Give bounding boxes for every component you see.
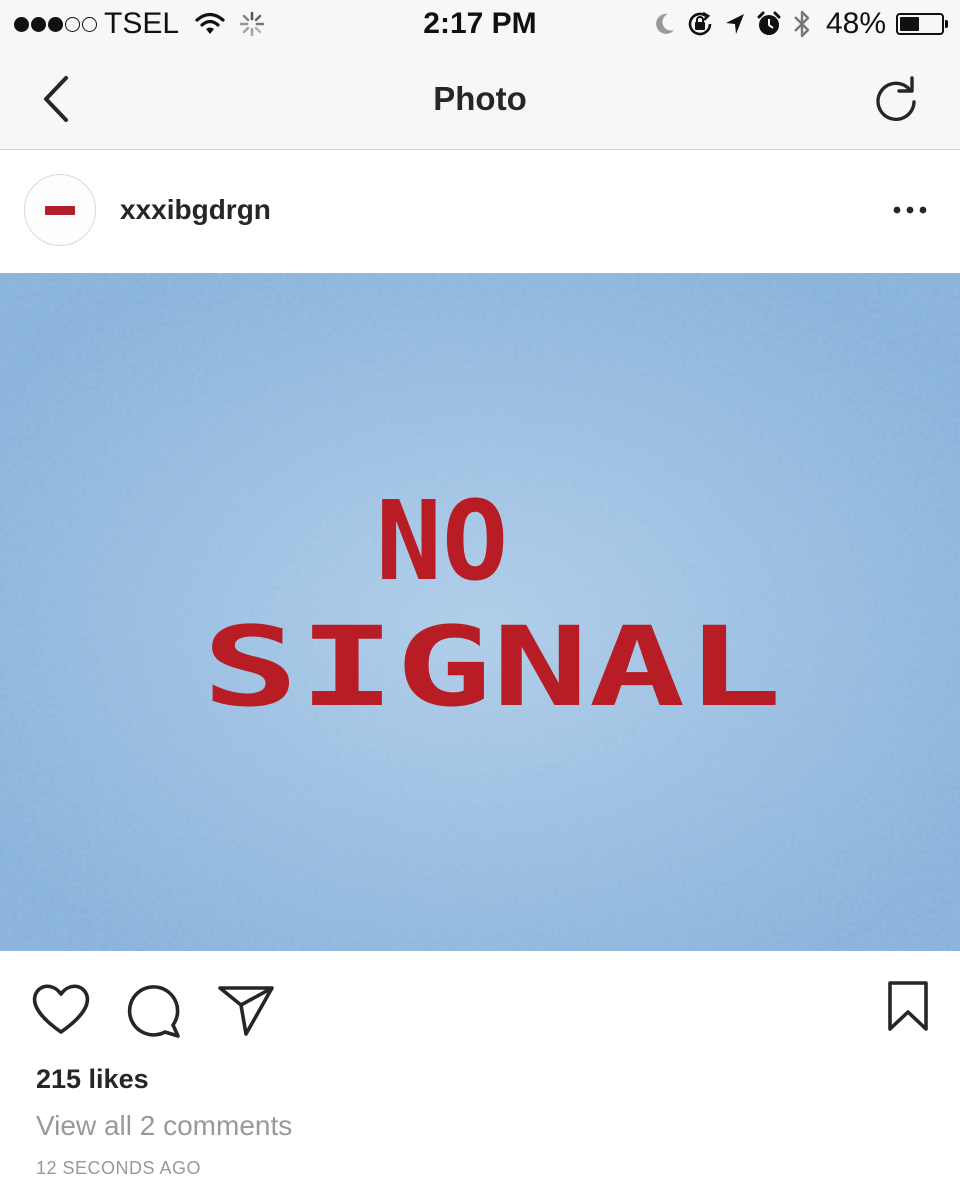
post-photo[interactable]: NO SIGNAL [0,273,960,951]
alarm-icon [757,11,781,35]
no-signal-image: NO SIGNAL [0,273,960,951]
location-arrow-icon [725,14,744,34]
battery-percent: 48% [825,7,886,40]
likes-count[interactable]: 215 likes [36,1064,149,1095]
moon-icon [656,13,674,34]
bluetooth-icon [794,10,810,38]
no-signal-line2: SIGNAL [202,603,782,731]
comment-icon[interactable] [124,980,184,1040]
battery-icon [896,13,948,35]
no-signal-line1: NO [376,477,508,605]
status-right: 48% [654,6,948,42]
send-icon[interactable] [216,980,276,1038]
avatar[interactable] [24,174,96,246]
battery-level-fill [900,17,920,31]
post-username[interactable]: xxxibgdrgn [120,194,271,226]
rotation-lock-icon [688,11,712,36]
more-horizontal-icon[interactable] [892,200,928,220]
battery-body [896,13,944,35]
post-actions [0,952,960,1062]
battery-tip [945,20,948,28]
view-comments-link[interactable]: View all 2 comments [36,1110,292,1142]
refresh-icon[interactable] [872,74,920,122]
status-bar: TSEL 2:17 PM 48% [0,0,960,50]
heart-icon[interactable] [30,980,92,1038]
post-timestamp: 12 SECONDS AGO [36,1158,202,1178]
avatar-image [45,206,75,215]
bookmark-icon[interactable] [884,980,932,1032]
post-header: xxxibgdrgn [0,150,960,272]
page-title: Photo [433,80,527,117]
navigation-bar: Photo [0,50,960,150]
